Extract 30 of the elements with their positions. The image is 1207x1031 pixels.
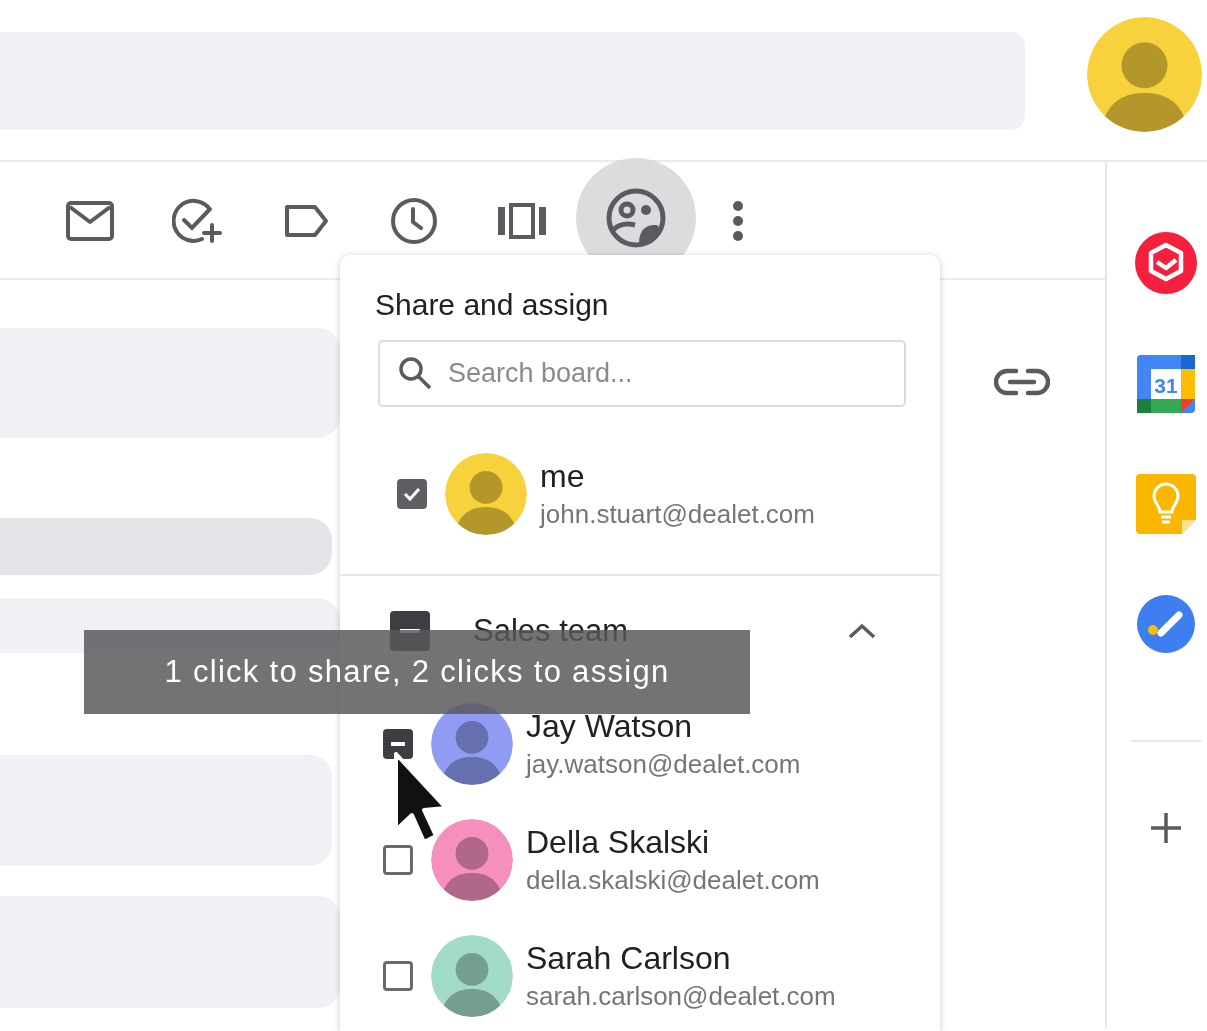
- group-icon: [605, 187, 667, 249]
- account-avatar[interactable]: [1087, 17, 1202, 132]
- hexagon-check-icon[interactable]: [1135, 232, 1197, 294]
- person-email: john.stuart@dealet.com: [540, 499, 815, 530]
- add-icon[interactable]: [1150, 812, 1182, 844]
- clock-icon: [390, 197, 438, 245]
- popup-title: Share and assign: [375, 288, 609, 322]
- checkbox[interactable]: [383, 961, 413, 991]
- calendar-icon[interactable]: 31: [1137, 355, 1195, 413]
- person-email: jay.watson@dealet.com: [526, 749, 801, 780]
- carousel-icon: [498, 203, 546, 239]
- chevron-up-icon[interactable]: [848, 623, 876, 639]
- link-icon[interactable]: [994, 368, 1050, 396]
- person-name: Sarah Carlson: [526, 940, 732, 977]
- person-email: della.skalski@dealet.com: [526, 865, 820, 896]
- label-icon: [283, 204, 329, 238]
- search-icon: [398, 356, 432, 390]
- check-plus-icon: [172, 197, 224, 245]
- person-email: sarah.carlson@dealet.com: [526, 981, 836, 1012]
- mail-icon: [66, 201, 114, 241]
- checkbox[interactable]: [397, 479, 427, 509]
- tasks-icon[interactable]: [1137, 595, 1195, 653]
- person-name: me: [540, 458, 586, 495]
- tooltip-text: 1 click to share, 2 clicks to assign: [164, 654, 670, 690]
- checkbox[interactable]: [383, 845, 413, 875]
- person-name: Della Skalski: [526, 824, 711, 861]
- more-icon: [732, 201, 744, 241]
- person-name: Jay Watson: [526, 708, 693, 745]
- search-field[interactable]: Search board...: [378, 340, 906, 407]
- dash-icon: [391, 742, 405, 746]
